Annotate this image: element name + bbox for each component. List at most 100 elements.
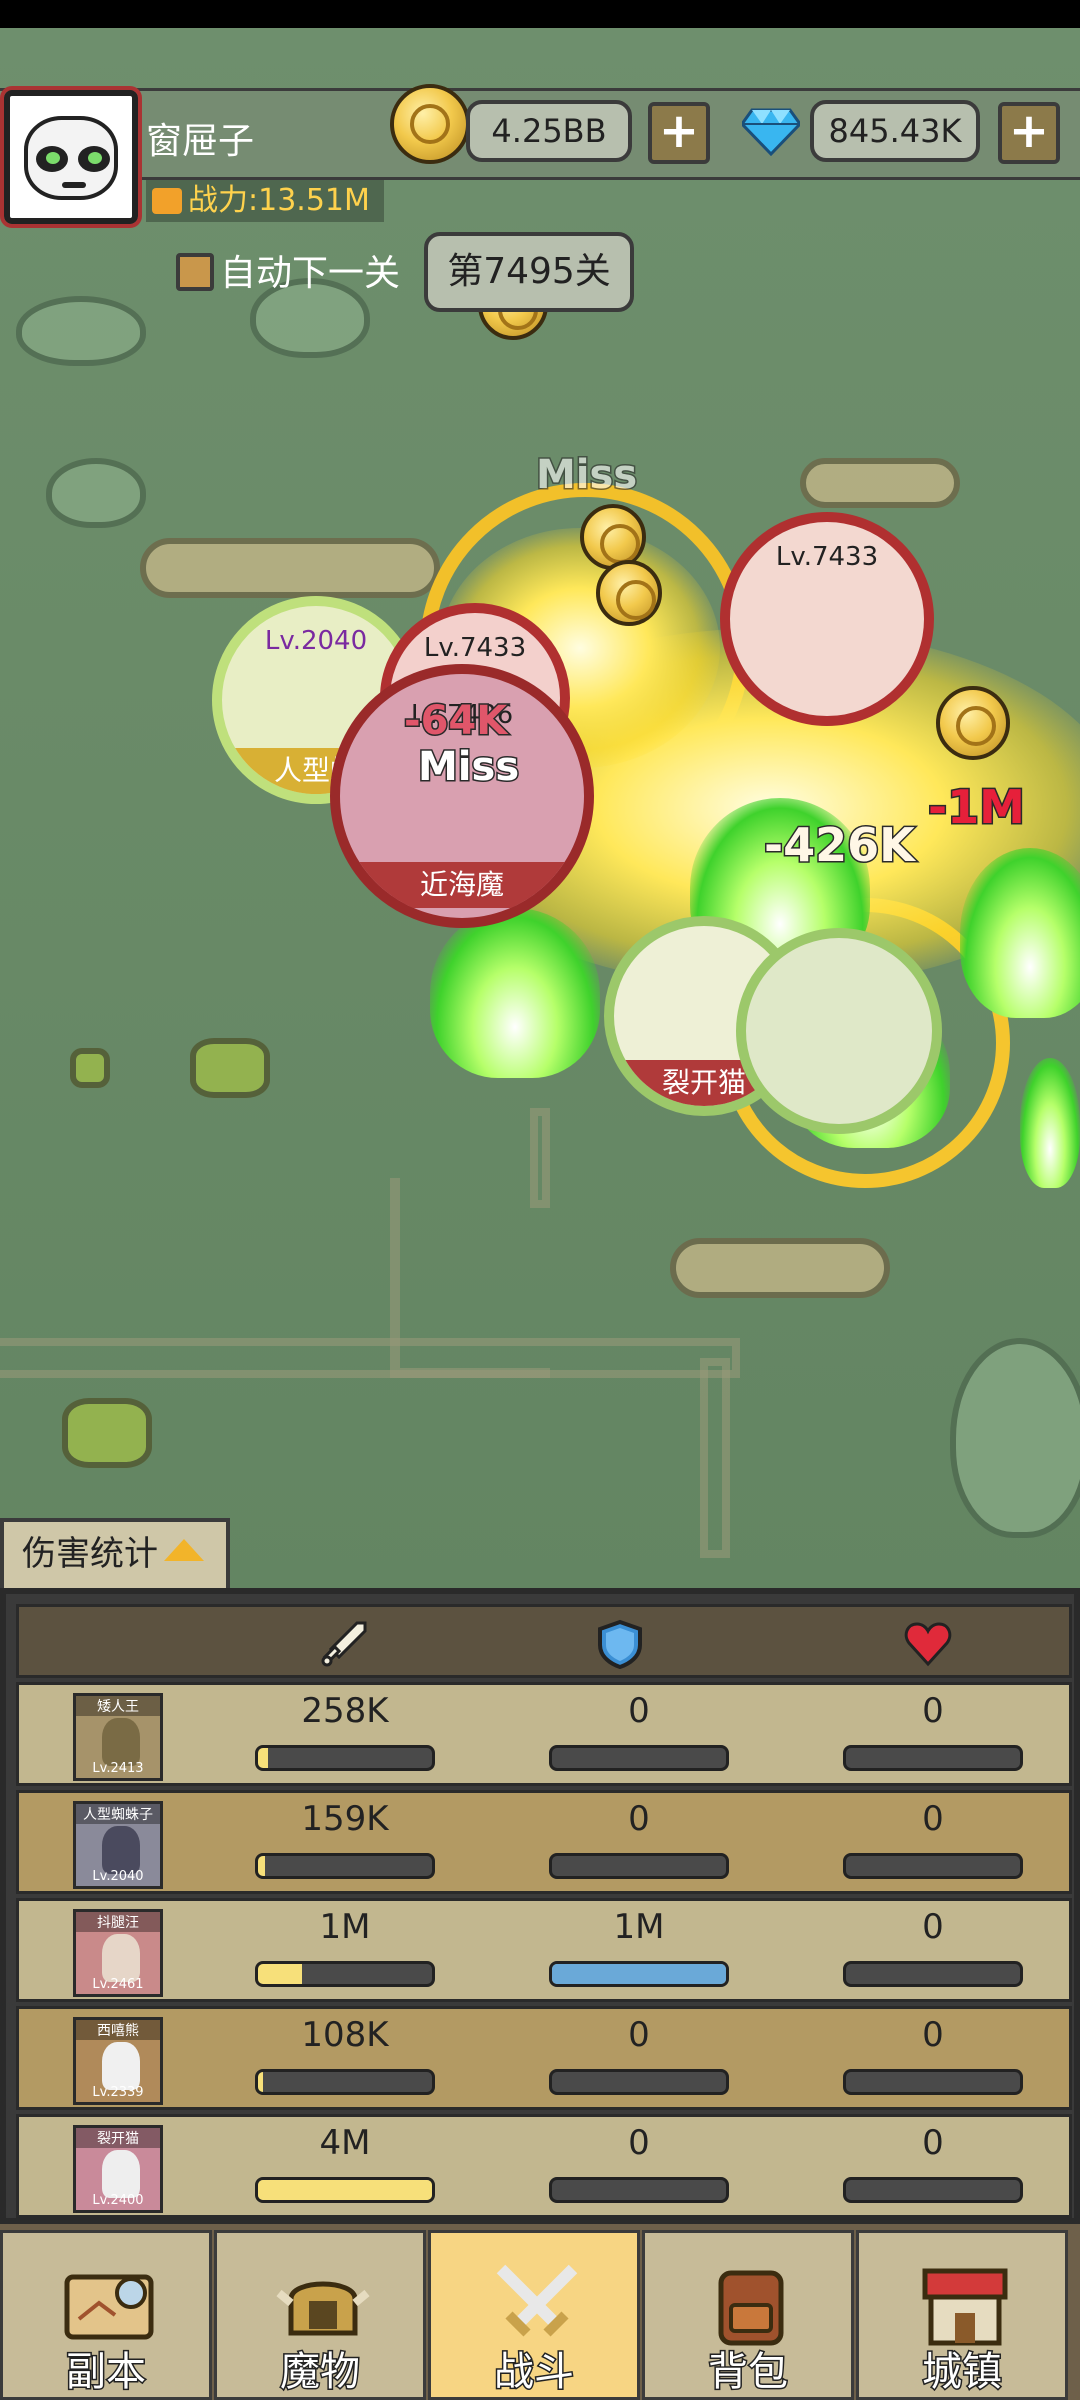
damage-text: Miss: [416, 743, 520, 792]
attack-value: 4M: [319, 2123, 371, 2163]
player-name: 窗屉子: [146, 121, 255, 162]
map-road: [390, 1178, 550, 1378]
panda-warrior-icon: [102, 2042, 140, 2090]
defense-bar: [549, 1745, 729, 1771]
attack-bar-fill: [258, 2072, 264, 2092]
map-road: [700, 1358, 730, 1558]
map-rock: [70, 1048, 110, 1088]
damage-row: 抖腿汪 Lv.2461 1M 1M 0: [16, 1898, 1072, 2002]
combat-power-value: 战力:13.51M: [188, 183, 370, 218]
unit-level: Lv.7433: [775, 542, 879, 572]
enemy-unit[interactable]: Lv.7433: [720, 512, 934, 726]
auto-next-checkbox[interactable]: [176, 253, 214, 291]
sword-icon: [321, 1621, 367, 1667]
map-scroll-icon: [64, 2274, 154, 2340]
hero-portrait[interactable]: 裂开猫 Lv.2400: [73, 2125, 163, 2213]
gold-amount: 4.25BB: [466, 100, 632, 162]
nav-dungeon[interactable]: 副本: [0, 2230, 212, 2400]
nav-monsters[interactable]: 魔物: [214, 2230, 426, 2400]
nav-label: 副本: [65, 2348, 148, 2397]
attack-value: 1M: [319, 1907, 371, 1947]
dwarf-king-icon: [102, 1718, 140, 1766]
heal-bar: [843, 2177, 1023, 2203]
heal-value: 0: [922, 2123, 944, 2163]
heart-icon: [904, 1622, 952, 1667]
damage-stats-label: 伤害统计: [22, 1534, 158, 1574]
heal-bar: [843, 2069, 1023, 2095]
nav-backpack[interactable]: 背包: [642, 2230, 854, 2400]
gold-coin-icon: [390, 84, 470, 164]
damage-stats-tab[interactable]: 伤害统计: [0, 1518, 230, 1588]
power-icon: [152, 188, 182, 214]
panda-face-icon: [24, 116, 118, 200]
attack-bar: [255, 1745, 435, 1771]
hero-name: 抖腿汪: [76, 1912, 160, 1932]
defense-bar: [549, 2177, 729, 2203]
heal-value: 0: [922, 1799, 944, 1839]
combat-power: 战力:13.51M: [146, 180, 384, 222]
backpack-icon: [718, 2270, 784, 2346]
hero-level: Lv.2400: [92, 2193, 144, 2208]
heal-value: 0: [922, 1907, 944, 1947]
attack-bar: [255, 2177, 435, 2203]
hero-name: 裂开猫: [76, 2128, 160, 2148]
defense-bar: [549, 2069, 729, 2095]
defense-value: 0: [628, 2015, 650, 2055]
attack-bar: [255, 1853, 435, 1879]
defense-value: 1M: [613, 1907, 665, 1947]
add-gold-button[interactable]: +: [648, 102, 710, 164]
nav-town[interactable]: 城镇: [856, 2230, 1068, 2400]
map-road: [0, 1338, 740, 1378]
hero-level: Lv.2339: [92, 2085, 144, 2100]
stage-button[interactable]: 第7495关: [424, 232, 634, 312]
damage-text: -64K: [402, 697, 508, 746]
gold-coin-icon: [596, 560, 662, 626]
hero-portrait[interactable]: 抖腿汪 Lv.2461: [73, 1909, 163, 1997]
green-fire-effect: [430, 908, 600, 1078]
cracked-cat-icon: [102, 2150, 140, 2198]
defense-bar-fill: [552, 1964, 726, 1984]
damage-row: 西嘻熊 Lv.2339 108K 0 0: [16, 2006, 1072, 2110]
status-bar: [0, 0, 1080, 28]
nav-battle[interactable]: 战斗: [428, 2230, 640, 2400]
hero-portrait[interactable]: 矮人王 Lv.2413: [73, 1693, 163, 1781]
unit-level: Lv.7433: [423, 633, 527, 663]
damage-row: 裂开猫 Lv.2400 4M 0 0: [16, 2114, 1072, 2218]
hero-portrait[interactable]: 人型蜘蛛子 Lv.2040: [73, 1801, 163, 1889]
nav-label: 城镇: [921, 2348, 1004, 2397]
heal-bar: [843, 1745, 1023, 1771]
damage-stats-panel: 矮人王 Lv.2413 258K 0 0 人型蜘蛛子 Lv.2040 159K …: [0, 1588, 1080, 2224]
damage-text: Miss: [534, 451, 638, 500]
hero-name: 矮人王: [76, 1696, 160, 1716]
map-tree: [46, 458, 146, 528]
map-bones: [670, 1238, 890, 1298]
heal-bar: [843, 1961, 1023, 1987]
hero-name: 西嘻熊: [76, 2020, 160, 2040]
eye-icon: [36, 146, 68, 172]
damage-text: -1M: [927, 779, 1027, 836]
defense-value: 0: [628, 2123, 650, 2163]
hero-level: Lv.2040: [92, 1869, 144, 1884]
hero-level: Lv.2413: [92, 1761, 144, 1776]
nav-label: 战斗: [493, 2348, 576, 2397]
add-gem-button[interactable]: +: [998, 102, 1060, 164]
mouth-icon: [62, 182, 86, 188]
auto-next-toggle[interactable]: 自动下一关: [176, 250, 400, 298]
map-road: [530, 1108, 550, 1208]
hero-portrait[interactable]: 西嘻熊 Lv.2339: [73, 2017, 163, 2105]
attack-bar-fill: [258, 1856, 265, 1876]
ally-unit[interactable]: [736, 928, 942, 1134]
attack-bar-fill: [258, 2180, 432, 2200]
heal-bar: [843, 1853, 1023, 1879]
map-rock: [190, 1038, 270, 1098]
auto-next-label: 自动下一关: [220, 253, 401, 294]
damage-stats-header: [16, 1604, 1072, 1678]
attack-bar-fill: [258, 1964, 302, 1984]
map-rock: [62, 1398, 152, 1468]
helmet-icon: [276, 2281, 370, 2336]
player-avatar[interactable]: [0, 86, 142, 228]
bottom-nav: 副本 魔物 战斗 背包 城镇: [0, 2224, 1080, 2400]
damage-row: 矮人王 Lv.2413 258K 0 0: [16, 1682, 1072, 1786]
attack-value: 258K: [301, 1691, 389, 1731]
attack-value: 108K: [301, 2015, 389, 2055]
